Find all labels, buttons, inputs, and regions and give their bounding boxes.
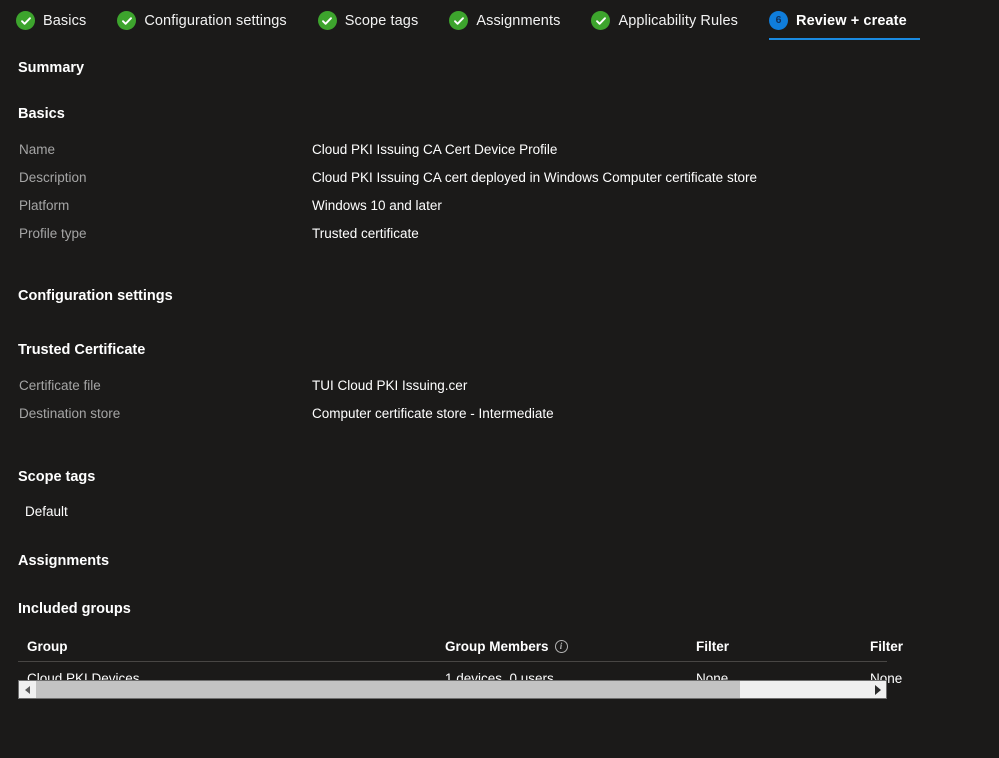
tab-label: Assignments	[476, 12, 561, 29]
check-circle-icon	[449, 11, 469, 30]
step-number-badge: 6	[769, 11, 789, 30]
scrollbar-track[interactable]	[36, 681, 869, 698]
detail-row: Name Cloud PKI Issuing CA Cert Device Pr…	[18, 142, 898, 170]
detail-value: TUI Cloud PKI Issuing.cer	[312, 378, 468, 393]
tab-label: Basics	[43, 12, 87, 29]
chevron-right-icon	[874, 684, 881, 695]
column-header-filter-1[interactable]: Filter	[696, 639, 870, 654]
detail-label: Profile type	[19, 226, 87, 241]
column-header-group[interactable]: Group	[18, 639, 445, 654]
table-header-row: Group Group Members i Filter Filter	[18, 632, 903, 662]
detail-label: Certificate file	[19, 378, 101, 393]
column-header-filter-2[interactable]: Filter	[870, 639, 990, 654]
detail-label: Name	[19, 142, 56, 157]
section-heading-assignments: Assignments	[18, 553, 110, 569]
check-circle-icon	[117, 11, 137, 30]
detail-label: Description	[19, 170, 87, 185]
page-title: Summary	[18, 60, 85, 76]
tab-configuration-settings[interactable]: Configuration settings	[117, 0, 295, 41]
detail-value: Trusted certificate	[312, 226, 419, 241]
detail-value: Cloud PKI Issuing CA cert deployed in Wi…	[312, 170, 757, 185]
detail-value: Computer certificate store - Intermediat…	[312, 406, 554, 421]
tab-applicability-rules[interactable]: Applicability Rules	[591, 0, 747, 41]
wizard-tab-bar: Basics Configuration settings Scope tags…	[0, 0, 999, 41]
tab-scope-tags[interactable]: Scope tags	[317, 0, 428, 41]
detail-row: Profile type Trusted certificate	[18, 226, 898, 254]
tab-label: Scope tags	[344, 12, 419, 29]
detail-label: Destination store	[19, 406, 121, 421]
basics-details: Name Cloud PKI Issuing CA Cert Device Pr…	[18, 142, 898, 254]
detail-row: Certificate file TUI Cloud PKI Issuing.c…	[18, 378, 898, 406]
summary-content: Summary Basics Name Cloud PKI Issuing CA…	[0, 41, 999, 758]
section-heading-scope-tags: Scope tags	[18, 469, 96, 485]
detail-value: Cloud PKI Issuing CA Cert Device Profile	[312, 142, 558, 157]
info-icon[interactable]: i	[554, 640, 568, 653]
scroll-left-button[interactable]	[19, 681, 36, 698]
subsection-heading-trusted-certificate: Trusted Certificate	[18, 342, 146, 358]
scrollbar-thumb[interactable]	[36, 681, 740, 698]
tab-assignments[interactable]: Assignments	[449, 0, 569, 41]
tab-review-create[interactable]: 6 Review + create	[769, 0, 920, 41]
detail-row: Platform Windows 10 and later	[18, 198, 898, 226]
column-header-group-members[interactable]: Group Members i	[445, 639, 696, 654]
cell-filter-2: None	[870, 670, 903, 686]
review-create-page: Basics Configuration settings Scope tags…	[0, 0, 999, 758]
tab-label: Configuration settings	[144, 12, 287, 29]
section-heading-basics: Basics	[18, 106, 65, 122]
detail-value: Windows 10 and later	[312, 198, 442, 213]
detail-label: Platform	[19, 198, 70, 213]
section-heading-configuration-settings: Configuration settings	[18, 288, 173, 304]
detail-row: Description Cloud PKI Issuing CA cert de…	[18, 170, 898, 198]
scope-tag-item: Default	[25, 504, 68, 519]
column-header-label: Group Members	[445, 639, 549, 654]
tab-label: Applicability Rules	[618, 12, 739, 29]
detail-row: Destination store Computer certificate s…	[18, 406, 898, 434]
tab-basics[interactable]: Basics	[16, 0, 95, 41]
subsection-heading-included-groups: Included groups	[18, 601, 131, 617]
check-circle-icon	[317, 11, 337, 30]
trusted-certificate-details: Certificate file TUI Cloud PKI Issuing.c…	[18, 378, 898, 434]
active-tab-underline	[769, 37, 920, 40]
check-circle-icon	[16, 11, 35, 30]
chevron-left-icon	[25, 685, 30, 694]
tab-label: Review + create	[796, 12, 907, 29]
scroll-right-button[interactable]	[869, 681, 886, 698]
horizontal-scrollbar[interactable]	[18, 680, 887, 699]
check-circle-icon	[591, 11, 611, 30]
